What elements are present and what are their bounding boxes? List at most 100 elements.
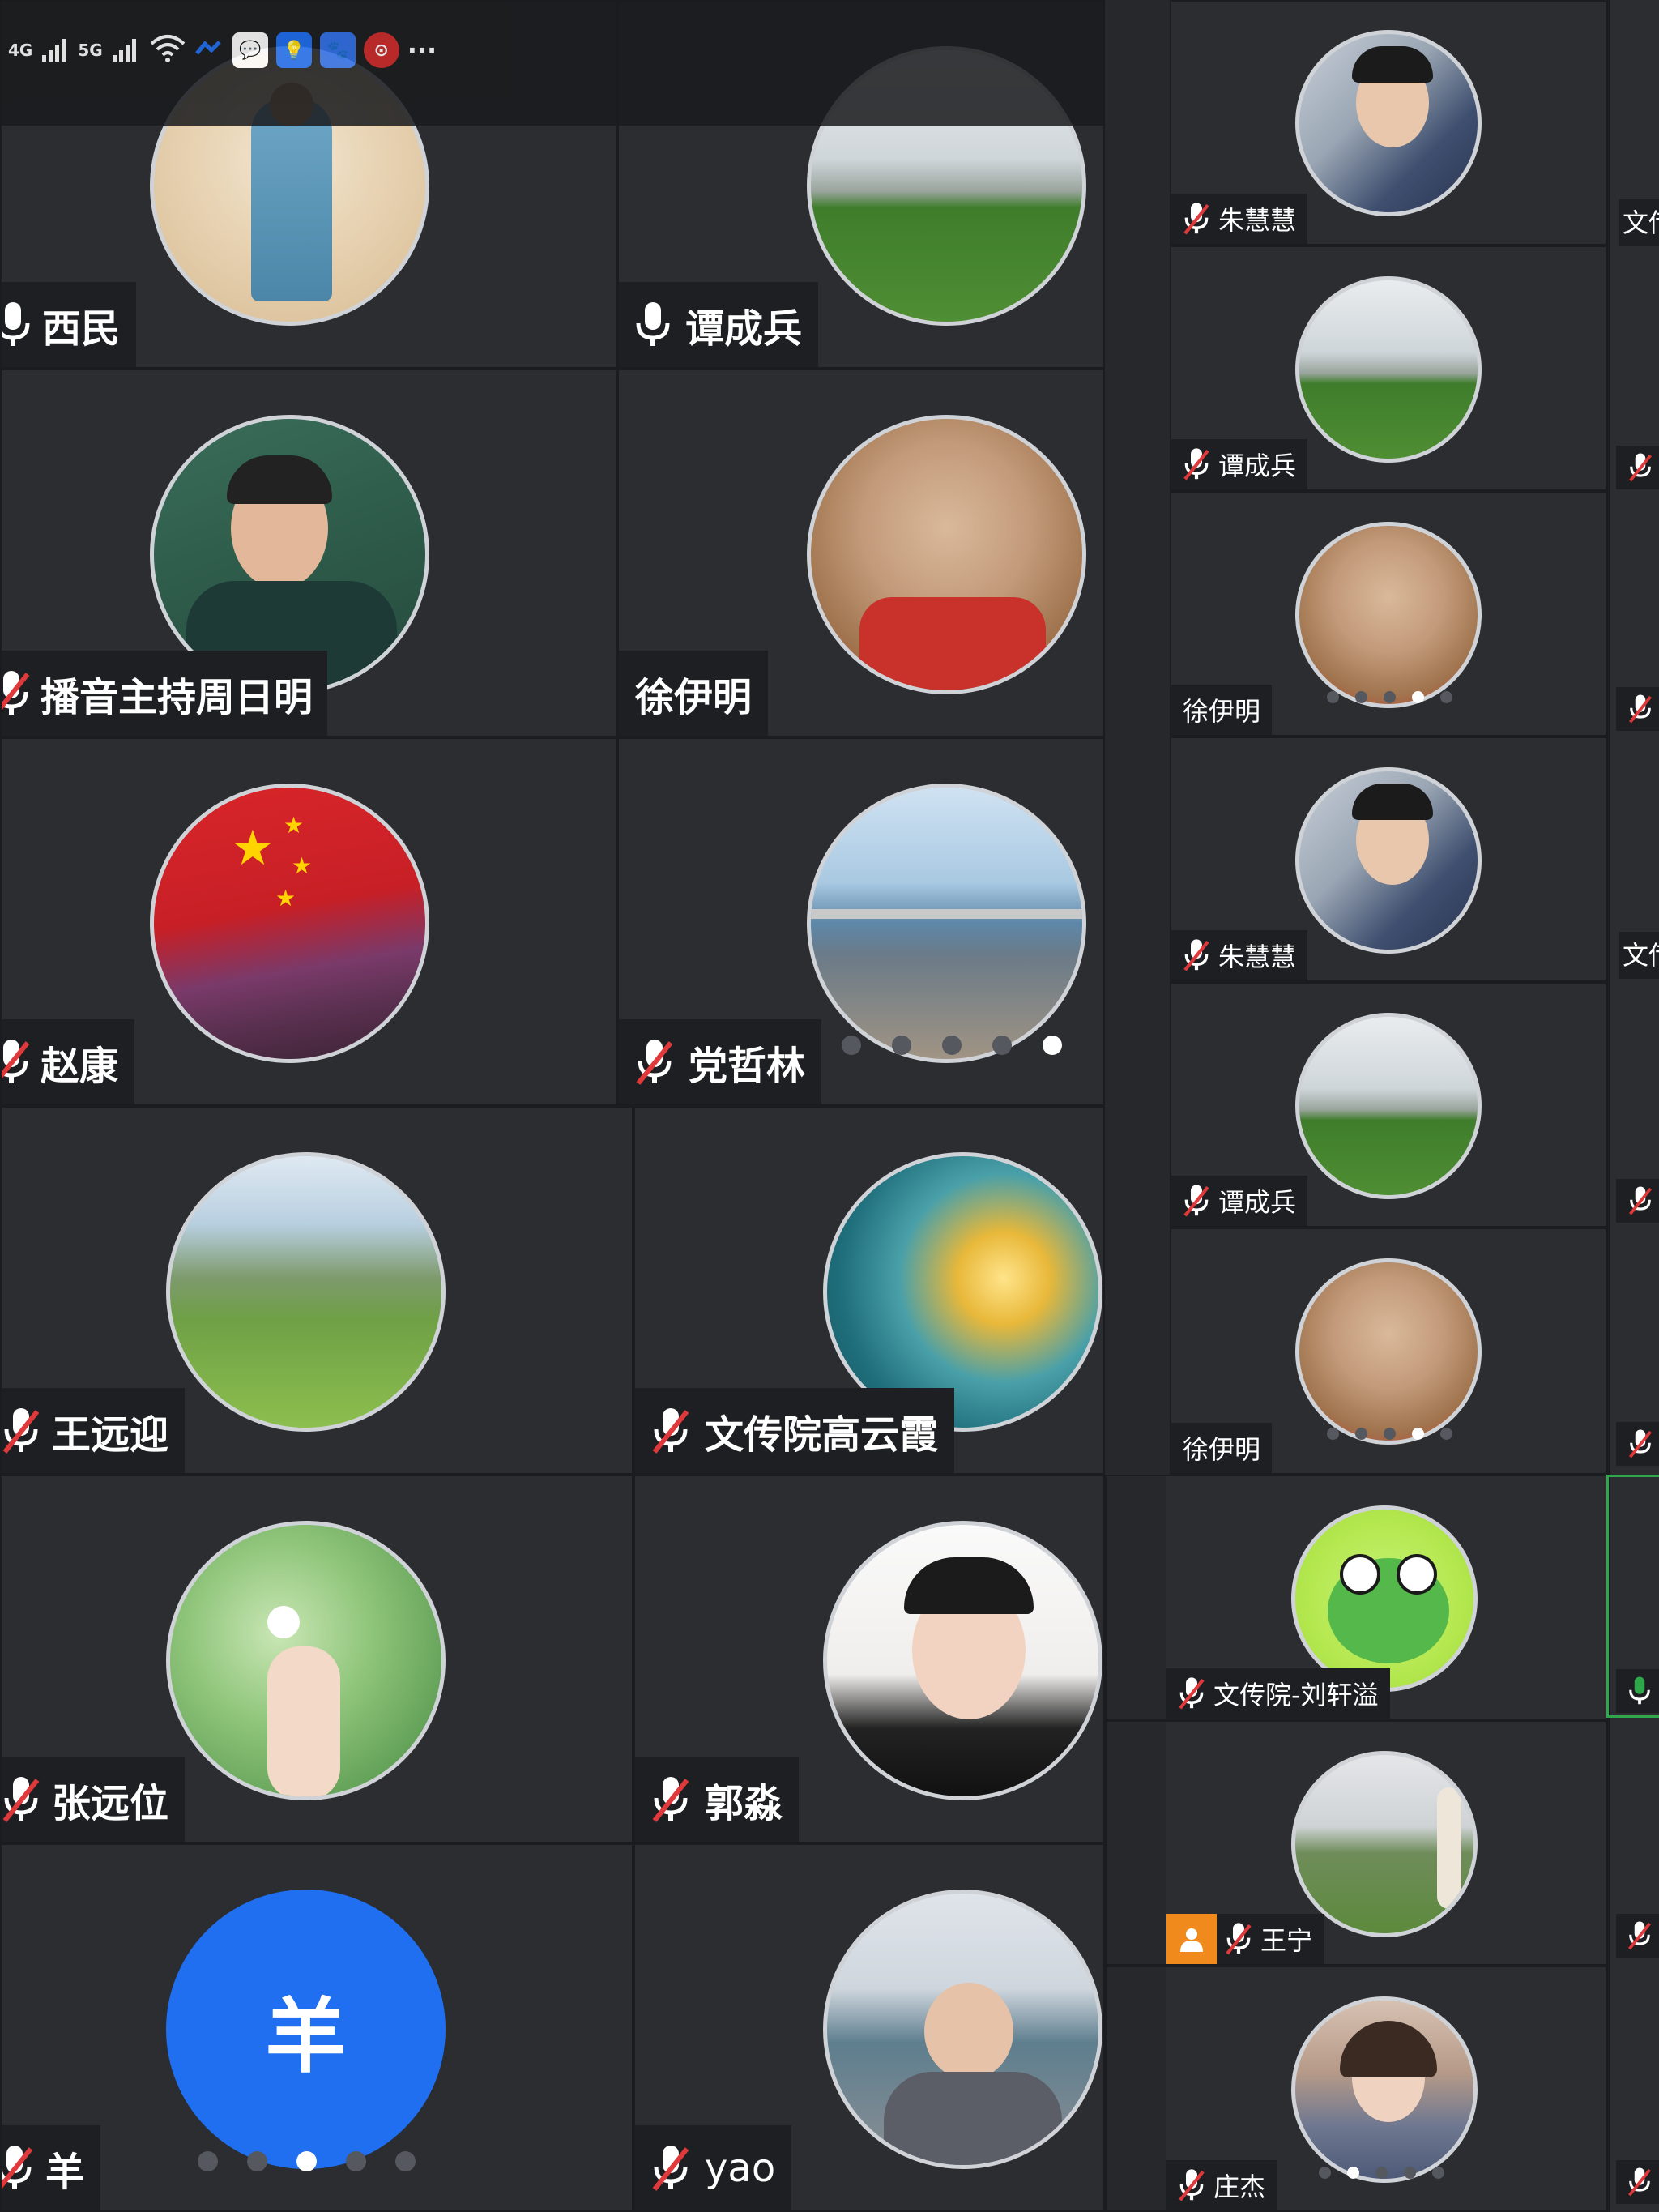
paw-icon: 🐾	[319, 32, 356, 68]
participant-name: 张远位	[52, 1780, 169, 1826]
participant-tile[interactable]: 文传院-刘轩溢	[1105, 1475, 1607, 1720]
page-dot[interactable]	[1432, 2167, 1444, 2179]
signal-4g-indicator: 4G	[8, 41, 33, 60]
page-dot[interactable]	[942, 1036, 962, 1055]
chat-bubble-icon: 💬	[232, 32, 268, 68]
panel-divider-strip	[1107, 1967, 1166, 2210]
page-dot[interactable]	[198, 2151, 218, 2171]
participant-tile[interactable]: 王宁	[1105, 1720, 1607, 1966]
page-dot[interactable]	[892, 1036, 911, 1055]
mic-muted-icon	[2, 1038, 31, 1087]
participant-avatar	[823, 1890, 1102, 2169]
participant-name: 播音主持周日明	[41, 674, 313, 720]
page-dot[interactable]	[395, 2151, 416, 2171]
participant-name: 谭成兵	[685, 305, 803, 352]
participant-nameplate: 谭成兵	[619, 282, 819, 367]
participant-avatar	[166, 1152, 446, 1432]
participant-tile[interactable]: 朱慧慧	[1170, 0, 1607, 246]
partial-tile-label: 文传	[1619, 199, 1659, 246]
page-dot[interactable]	[1355, 691, 1367, 703]
participant-tile[interactable]: yao	[633, 1843, 1105, 2212]
participant-tile[interactable]: ★ ★ ★ ★ 赵康	[0, 737, 617, 1106]
participant-name: 赵康	[41, 1043, 119, 1089]
participant-name: 西民	[42, 305, 121, 352]
red-badge-icon: ⊙	[363, 32, 399, 68]
page-dot[interactable]	[992, 1036, 1012, 1055]
participant-name: 文传院高云霞	[705, 1411, 939, 1458]
mic-muted-icon	[635, 1038, 674, 1087]
carousel-page-dots	[842, 1036, 1062, 1055]
page-dot-active[interactable]	[1412, 1428, 1424, 1440]
more-notifications-indicator: ···	[407, 35, 437, 66]
signal-strength-icon	[41, 34, 70, 66]
participant-nameplate: 赵康	[2, 1019, 135, 1104]
page-dot[interactable]	[1327, 691, 1339, 703]
participant-avatar	[166, 1521, 446, 1800]
participant-avatar	[1295, 276, 1482, 463]
page-dot[interactable]	[1384, 1428, 1396, 1440]
participant-tile[interactable]: 郭淼	[633, 1475, 1105, 1843]
mic-muted-icon	[1183, 938, 1210, 972]
page-dot[interactable]	[247, 2151, 267, 2171]
participant-nameplate: yao	[635, 2125, 792, 2210]
page-dot[interactable]	[1440, 1428, 1452, 1440]
page-dot[interactable]	[1375, 2167, 1388, 2179]
page-dot-active[interactable]	[1347, 2167, 1359, 2179]
participant-tile[interactable]: 播音主持周日明	[0, 369, 617, 737]
participant-tile[interactable]: 文传院高云霞	[633, 1106, 1105, 1475]
page-dot[interactable]	[1384, 691, 1396, 703]
mic-muted-icon	[1616, 1179, 1659, 1223]
participant-name: 文传院-刘轩溢	[1213, 1680, 1379, 1710]
participant-tile[interactable]: 徐伊明	[1170, 491, 1607, 737]
carousel-page-dots	[198, 2151, 416, 2171]
panel-divider-strip	[1107, 1476, 1166, 1719]
panel-divider-strip	[1105, 0, 1170, 1475]
participant-tile[interactable]: 党哲林	[617, 737, 1105, 1106]
participant-tile[interactable]: 朱慧慧	[1170, 737, 1607, 982]
participant-nameplate: 文传院-刘轩溢	[1166, 1668, 1390, 1719]
carousel-page-dots	[1327, 1428, 1452, 1440]
participant-tile[interactable]: 谭成兵	[1170, 246, 1607, 491]
participant-nameplate: 文传院高云霞	[635, 1388, 955, 1473]
participant-nameplate: 王宁	[1166, 1914, 1324, 1964]
mic-muted-icon	[1183, 1184, 1210, 1218]
page-dot[interactable]	[1319, 2167, 1331, 2179]
mic-muted-icon	[651, 2144, 690, 2193]
page-dot-active[interactable]	[1412, 691, 1424, 703]
participant-name: 徐伊明	[1183, 1434, 1261, 1465]
participant-name: 庄杰	[1213, 2171, 1266, 2202]
page-dot[interactable]	[842, 1036, 861, 1055]
mic-muted-icon	[1225, 1922, 1252, 1956]
participant-name: yao	[705, 2145, 776, 2191]
participant-tile[interactable]: 王远迎	[0, 1106, 633, 1475]
bulb-icon: 💡	[275, 32, 312, 68]
mic-muted-icon	[1616, 1914, 1659, 1958]
mic-muted-icon	[2, 1407, 41, 1455]
panel-divider-strip	[1107, 1722, 1166, 1964]
participant-tile[interactable]: 谭成兵	[1170, 982, 1607, 1228]
participant-name: 郭淼	[705, 1780, 783, 1826]
page-dot-active[interactable]	[296, 2151, 317, 2171]
participant-name: 王远迎	[52, 1411, 169, 1458]
page-dot[interactable]	[1327, 1428, 1339, 1440]
participant-tile[interactable]: 徐伊明	[617, 369, 1105, 737]
participant-name: 党哲林	[689, 1043, 806, 1089]
page-dot-active[interactable]	[1043, 1036, 1062, 1055]
microphone-icon	[2, 301, 31, 349]
page-dot[interactable]	[1404, 2167, 1416, 2179]
participant-avatar	[1295, 1013, 1482, 1199]
participant-tile[interactable]: 庄杰	[1105, 1966, 1607, 2212]
participant-tile[interactable]: 张远位	[0, 1475, 633, 1843]
participant-nameplate: 徐伊明	[619, 651, 769, 736]
microphone-icon	[635, 301, 671, 349]
participant-tile[interactable]: 徐伊明	[1170, 1228, 1607, 1475]
participant-name: 谭成兵	[1218, 451, 1297, 481]
page-dot[interactable]	[1355, 1428, 1367, 1440]
participant-tile[interactable]: 羊 羊	[0, 1843, 633, 2212]
participant-avatar: ★ ★ ★ ★	[150, 784, 429, 1063]
page-dot[interactable]	[346, 2151, 366, 2171]
participant-nameplate: 徐伊明	[1171, 1423, 1273, 1473]
mic-muted-icon	[651, 1407, 690, 1455]
participant-nameplate: 羊	[2, 2125, 101, 2210]
page-dot[interactable]	[1440, 691, 1452, 703]
